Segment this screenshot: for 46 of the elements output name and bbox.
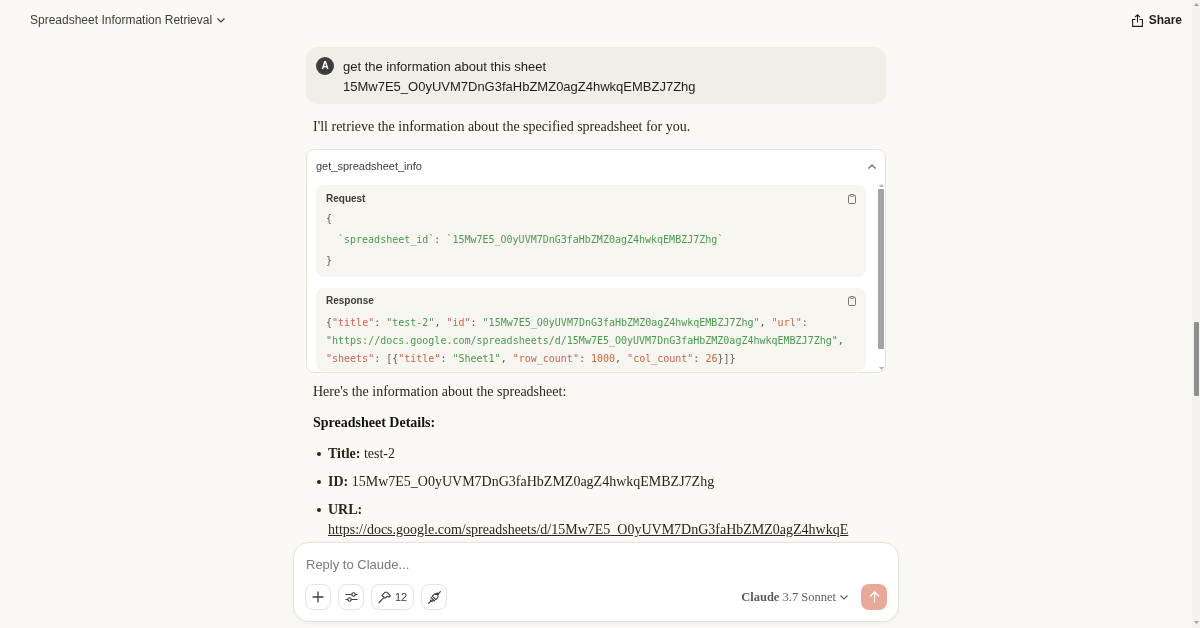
plug-icon [427,590,441,604]
bullet-icon [317,508,321,512]
list-item: URL: [328,501,363,519]
code-line: `spreadsheet_id`: `15Mw7E5_O0yUVM7DnG3faHbZMZ0agZ4hwkqEMBZJ7Zhg` [338,233,724,248]
tool-name: get_spreadsheet_info [316,159,422,173]
chevron-down-icon [217,17,226,23]
code-line: "sheets": [{"title": "Sheet1", "row_count": 1000, "col_count": 26}]} [326,352,736,367]
sliders-icon [344,592,358,602]
tools-button[interactable]: 12 [371,584,415,610]
plus-icon [312,591,324,603]
avatar: A [316,57,334,75]
add-button[interactable] [305,584,331,610]
hammer-icon [378,590,391,604]
chevron-down-icon [840,594,848,600]
code-line: "https://docs.google.com/spreadsheets/d/15Mw7E5_O0yUVM7DnG3faHbZMZ0agZ4hwkqEMBZJ7Zhg", [326,334,844,349]
options-button[interactable] [338,584,364,610]
reply-input[interactable]: Reply to Claude... [305,554,887,574]
section-label: Response [326,294,374,308]
list-item: Title: test-2 [328,445,395,463]
model-selector[interactable]: Claude 3.7 Sonnet [741,589,848,605]
scroll-up-icon[interactable] [878,184,884,187]
heading: Spreadsheet Details: [312,414,437,432]
chevron-up-icon[interactable] [868,163,876,169]
share-icon [1131,13,1143,27]
code-line: } [326,254,333,268]
paragraph: Here's the information about the spreadsheet: [312,383,568,401]
scrollbar[interactable] [878,182,884,372]
message-text: get the information about this sheet 15Mw7E5_O0yUVM7DnG3faHbZMZ0agZ4hwkqEMBZJ7Zhg [343,58,697,96]
scroll-up-icon[interactable] [1193,3,1199,6]
clipboard-icon[interactable] [848,296,856,306]
scroll-down-icon[interactable] [878,367,884,370]
bullet-icon [317,452,321,456]
clipboard-icon[interactable] [848,194,856,204]
bullet-icon [317,480,321,484]
chat-title-menu[interactable]: Spreadsheet Information Retrieval [30,12,226,28]
code-line: {"title": "test-2", "id": "15Mw7E5_O0yUVM7DnG3faHbZMZ0agZ4hwkqEMBZJ7Zhg", "url": [326,316,808,331]
share-button[interactable]: Share [1125,9,1188,31]
code-line: { [326,212,333,226]
section-label: Request [326,192,366,206]
page-scrollbar[interactable] [1192,0,1200,628]
list-item: ID: 15Mw7E5_O0yUVM7DnG3faHbZMZ0agZ4hwkqEMBZJ7Zhg [328,473,715,491]
plug-button[interactable] [421,584,448,610]
arrow-up-icon [868,591,880,603]
paragraph: I'll retrieve the information about the specified spreadsheet for you. [312,118,692,136]
link[interactable]: https://docs.google.com/spreadsheets/d/15Mw7E5_O0yUVM7DnG3faHbZMZ0agZ4hwkqE [328,520,849,540]
scroll-down-icon[interactable] [1193,621,1199,624]
